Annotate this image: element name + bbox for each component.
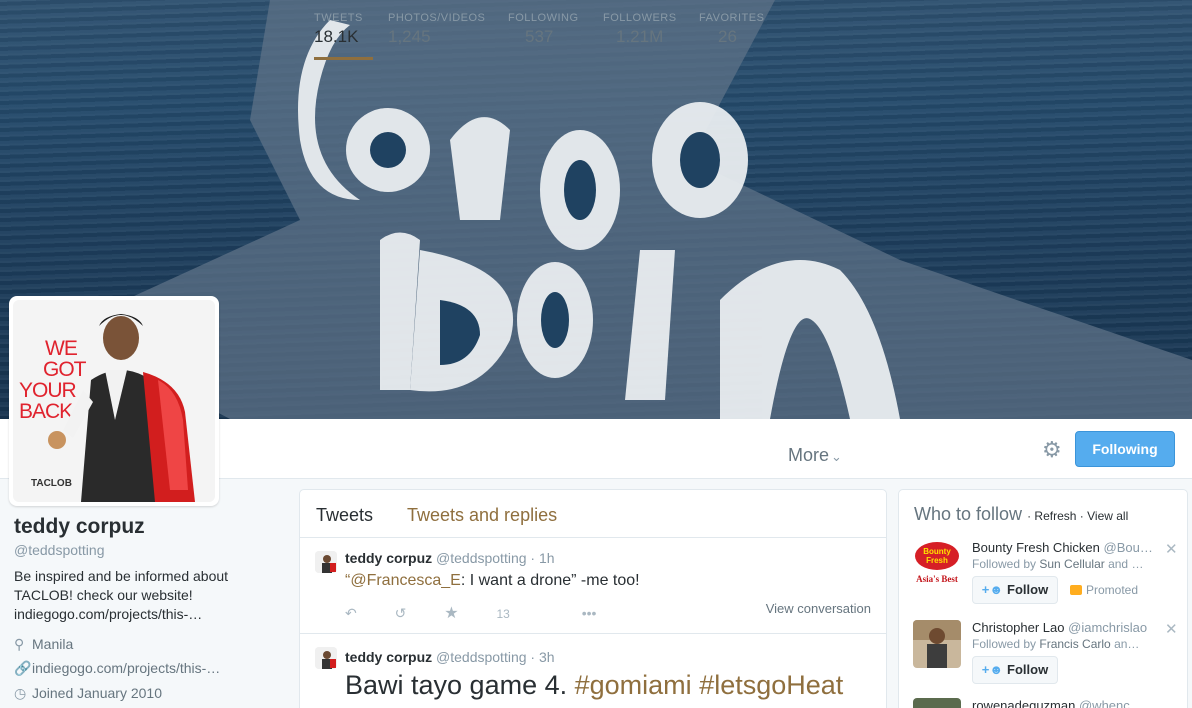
dismiss-close-icon[interactable]: ✕ xyxy=(1165,620,1178,638)
retweet-icon[interactable]: ↺ xyxy=(395,605,407,621)
follow-button[interactable]: +☻ Follow xyxy=(972,576,1058,604)
following-button[interactable]: Following xyxy=(1075,431,1175,467)
svg-text:Bounty: Bounty xyxy=(923,547,951,556)
promoted-badge: Promoted xyxy=(1070,583,1138,597)
stat-value: 537 xyxy=(525,27,554,46)
suggestion-name[interactable]: Bounty Fresh Chicken xyxy=(972,540,1100,555)
more-options-icon[interactable]: ••• xyxy=(582,605,597,621)
tweet-header: teddy corpuz @teddspotting · 1h xyxy=(345,550,555,566)
tweet-author-name[interactable]: teddy corpuz xyxy=(345,649,432,665)
tweet-timestamp[interactable]: · 1h xyxy=(530,550,554,566)
stat-value: 26 xyxy=(718,27,737,46)
tweet-author-name[interactable]: teddy corpuz xyxy=(345,550,432,566)
suggestion-name-line[interactable]: Christopher Lao @iamchrislao xyxy=(972,620,1147,635)
timeline-tabs: Tweets Tweets and replies xyxy=(300,490,886,538)
refresh-link[interactable]: Refresh xyxy=(1034,509,1076,523)
more-menu-button[interactable]: More ⌄ xyxy=(788,445,842,466)
stat-photos-videos[interactable]: PHOTOS/VIDEOS 1,245 xyxy=(388,12,485,60)
avatar-brand: TACLOB xyxy=(31,478,72,489)
stat-label: FOLLOWERS xyxy=(603,12,677,24)
profile-bio: Be inspired and be informed about TACLOB… xyxy=(14,567,264,624)
profile-name[interactable]: teddy corpuz xyxy=(14,515,145,539)
view-conversation-link[interactable]: View conversation xyxy=(766,601,871,616)
hashtag-link[interactable]: #gomiami xyxy=(575,670,692,700)
svg-text:Fresh: Fresh xyxy=(926,556,948,565)
tab-tweets-and-replies[interactable]: Tweets and replies xyxy=(407,505,557,526)
who-to-follow-module: Who to follow · Refresh · View all Bount… xyxy=(898,489,1188,708)
calendar-icon: ◷ xyxy=(14,685,27,701)
stat-value: 18.1K xyxy=(314,27,359,46)
tweet-text: Bawi tayo game 4. #gomiami #letsgoHeat xyxy=(345,670,844,700)
stat-value: 1,245 xyxy=(388,27,431,46)
tweet-actions: ↶ ↺ ★ 13 ••• xyxy=(345,603,630,623)
tweet-avatar[interactable] xyxy=(315,551,337,573)
dismiss-close-icon[interactable]: ✕ xyxy=(1165,540,1178,558)
profile-joined-date: ◷ Joined January 2010 xyxy=(14,685,162,701)
follow-button[interactable]: +☻ Follow xyxy=(972,656,1058,684)
tweet-item[interactable]: teddy corpuz @teddspotting · 1h “@France… xyxy=(300,538,886,634)
gear-icon[interactable]: ⚙ xyxy=(1042,437,1062,463)
stat-favorites[interactable]: FAVORITES 26 xyxy=(699,12,764,60)
suggestion-handle[interactable]: @Bou… xyxy=(1104,540,1153,555)
view-all-link[interactable]: View all xyxy=(1087,509,1128,523)
who-to-follow-title: Who to follow xyxy=(914,504,1023,524)
svg-text:Asia's Best: Asia's Best xyxy=(916,574,958,584)
suggestion-name-line[interactable]: rowenadeguzman @whenc… xyxy=(972,698,1143,708)
chevron-down-icon: ⌄ xyxy=(831,449,842,464)
profile-website[interactable]: 🔗indiegogo.com/projects/this-… xyxy=(14,660,220,677)
suggestion-name[interactable]: Christopher Lao xyxy=(972,620,1065,635)
who-to-follow-header: Who to follow · Refresh · View all xyxy=(914,504,1129,524)
promoted-icon xyxy=(1070,585,1082,595)
tweet-text: “@Francesca_E: I want a drone” -me too! xyxy=(345,572,640,589)
star-icon: ★ xyxy=(444,605,459,622)
avatar-image: WE GOT YOUR BACK TACLOB xyxy=(13,300,215,502)
tweets-timeline: Tweets Tweets and replies teddy corpuz @… xyxy=(299,489,887,708)
more-label: More xyxy=(788,445,830,465)
tweet-author-handle[interactable]: @teddspotting xyxy=(436,550,527,566)
suggestion-handle[interactable]: @iamchrislao xyxy=(1068,620,1147,635)
stat-label: FAVORITES xyxy=(699,12,765,24)
bio-link[interactable]: indiegogo.com/projects/this-… xyxy=(14,605,264,624)
stat-label: TWEETS xyxy=(314,12,363,24)
location-pin-icon: ⚲ xyxy=(14,636,25,652)
suggestion-followed-by: Followed by Sun Cellular and … xyxy=(972,557,1144,571)
hashtag-link[interactable]: #letsgoHeat xyxy=(699,670,843,700)
add-person-icon: +☻ xyxy=(981,582,1004,597)
avatar-person-illustration xyxy=(48,314,195,502)
tab-tweets[interactable]: Tweets xyxy=(316,505,373,526)
tweet-avatar[interactable] xyxy=(315,647,337,669)
link-icon: 🔗 xyxy=(14,660,32,676)
stat-following[interactable]: FOLLOWING 537 xyxy=(508,12,579,60)
stat-tweets[interactable]: TWEETS 18.1K xyxy=(314,12,373,60)
stat-value: 1.21M xyxy=(616,27,664,46)
profile-handle[interactable]: @teddspotting xyxy=(14,542,105,558)
favorite-button[interactable]: ★ 13 xyxy=(444,605,544,622)
suggestion-name[interactable]: rowenadeguzman xyxy=(972,698,1075,708)
tweet-header: teddy corpuz @teddspotting · 3h xyxy=(345,649,555,665)
suggestion-avatar[interactable] xyxy=(913,620,961,668)
suggestion-name-line[interactable]: Bounty Fresh Chicken @Bou… xyxy=(972,540,1153,555)
add-person-icon: +☻ xyxy=(981,662,1004,677)
stat-label: FOLLOWING xyxy=(508,12,579,24)
tweet-mention[interactable]: “@Francesca_E xyxy=(345,572,461,589)
tweet-timestamp[interactable]: · 3h xyxy=(530,649,554,665)
tweet-item[interactable]: teddy corpuz @teddspotting · 3h Bawi tay… xyxy=(300,634,886,708)
stat-followers[interactable]: FOLLOWERS 1.21M xyxy=(603,12,677,60)
profile-location: ⚲ Manila xyxy=(14,636,74,652)
suggestion-avatar[interactable]: Bounty Fresh Asia's Best xyxy=(913,540,961,588)
favorite-count: 13 xyxy=(496,607,510,621)
tweet-author-handle[interactable]: @teddspotting xyxy=(436,649,527,665)
suggestion-handle[interactable]: @whenc… xyxy=(1079,698,1143,708)
suggestion-followed-by: Followed by Francis Carlo an… xyxy=(972,637,1140,651)
reply-icon[interactable]: ↶ xyxy=(345,605,357,621)
stat-label: PHOTOS/VIDEOS xyxy=(388,12,486,24)
profile-avatar[interactable]: WE GOT YOUR BACK TACLOB xyxy=(9,296,219,506)
suggestion-avatar[interactable] xyxy=(913,698,961,708)
